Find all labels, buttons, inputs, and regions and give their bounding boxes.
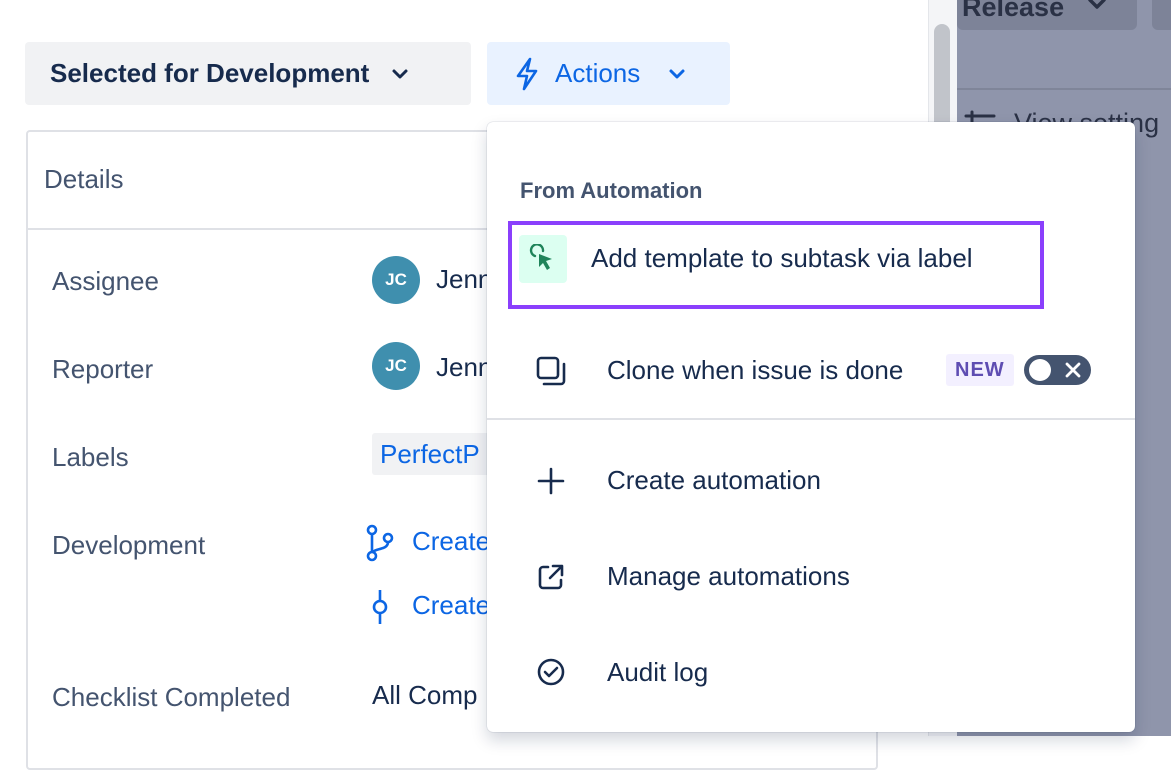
actions-dropdown-button[interactable]: Actions	[487, 42, 730, 105]
labels-label: Labels	[52, 442, 129, 472]
new-badge: NEW	[946, 354, 1014, 386]
menu-item-create-automation[interactable]: Create automation	[607, 465, 821, 496]
reporter-label: Reporter	[52, 354, 154, 384]
menu-item-clone[interactable]: Clone when issue is done	[607, 355, 903, 386]
release-label: Release	[962, 0, 1065, 22]
menu-section-title: From Automation	[520, 178, 703, 203]
create-branch-link[interactable]: Create	[412, 526, 490, 557]
status-label: Selected for Development	[50, 58, 370, 88]
actions-label: Actions	[555, 58, 641, 88]
checklist-value[interactable]: All Comp	[372, 680, 477, 711]
lightning-icon	[516, 57, 538, 90]
assignee-label: Assignee	[52, 266, 159, 296]
details-heading[interactable]: Details	[44, 164, 123, 195]
automation-cursor-icon	[519, 235, 567, 283]
assignee-avatar[interactable]: JC	[372, 256, 420, 304]
assignee-value[interactable]: Jenn	[436, 264, 492, 295]
menu-item-label: Add template to subtask via label	[591, 243, 973, 273]
check-circle-icon	[537, 658, 565, 686]
create-commit-link[interactable]: Create	[412, 590, 490, 621]
menu-divider	[487, 418, 1135, 420]
clone-icon	[536, 356, 566, 386]
menu-item-manage-automations[interactable]: Manage automations	[607, 561, 850, 592]
reporter-avatar[interactable]: JC	[372, 342, 420, 390]
toggle-knob	[1029, 359, 1051, 381]
chevron-down-icon	[392, 69, 408, 78]
chevron-down-icon	[669, 69, 685, 78]
actions-menu	[487, 122, 1135, 732]
plus-icon	[537, 467, 565, 495]
release-chevron-icon	[1088, 0, 1106, 9]
status-dropdown-button[interactable]: Selected for Development	[25, 42, 471, 105]
background-divider	[957, 88, 1171, 90]
background-button	[1152, 0, 1171, 30]
close-icon	[1065, 362, 1081, 378]
external-link-icon	[538, 564, 564, 590]
commit-icon	[372, 590, 388, 624]
menu-item-audit-log[interactable]: Audit log	[607, 657, 708, 688]
development-label: Development	[52, 530, 206, 560]
checklist-label: Checklist Completed	[52, 682, 291, 712]
reporter-value[interactable]: Jenn	[436, 352, 492, 383]
branch-icon	[366, 524, 394, 562]
